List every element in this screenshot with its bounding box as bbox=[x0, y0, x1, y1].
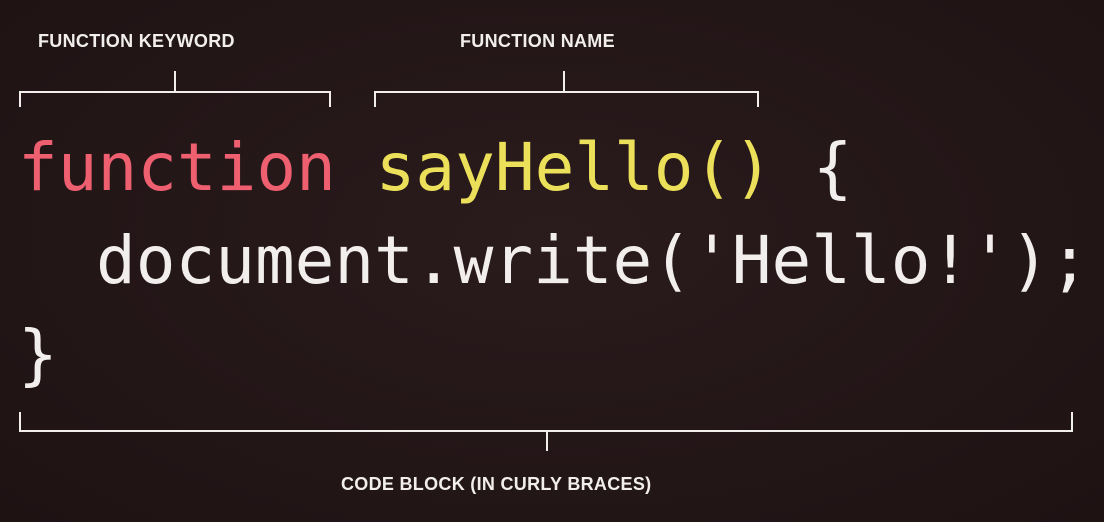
code-block-label: CODE BLOCK (IN CURLY BRACES) bbox=[341, 474, 652, 494]
function-keyword: function bbox=[18, 129, 336, 206]
function-diagram: FUNCTION KEYWORD FUNCTION NAME function … bbox=[0, 0, 1104, 522]
open-curly-brace: { bbox=[812, 129, 853, 206]
function-keyword-bracket bbox=[19, 71, 331, 107]
close-curly-brace: } bbox=[18, 316, 58, 393]
code-body-statement: document.write('Hello!'); bbox=[96, 222, 1090, 299]
function-name: sayHello() bbox=[375, 129, 773, 206]
code-line-1: function sayHello() { bbox=[18, 135, 853, 201]
code-block-bracket bbox=[19, 412, 1073, 451]
function-name-bracket bbox=[374, 71, 759, 107]
